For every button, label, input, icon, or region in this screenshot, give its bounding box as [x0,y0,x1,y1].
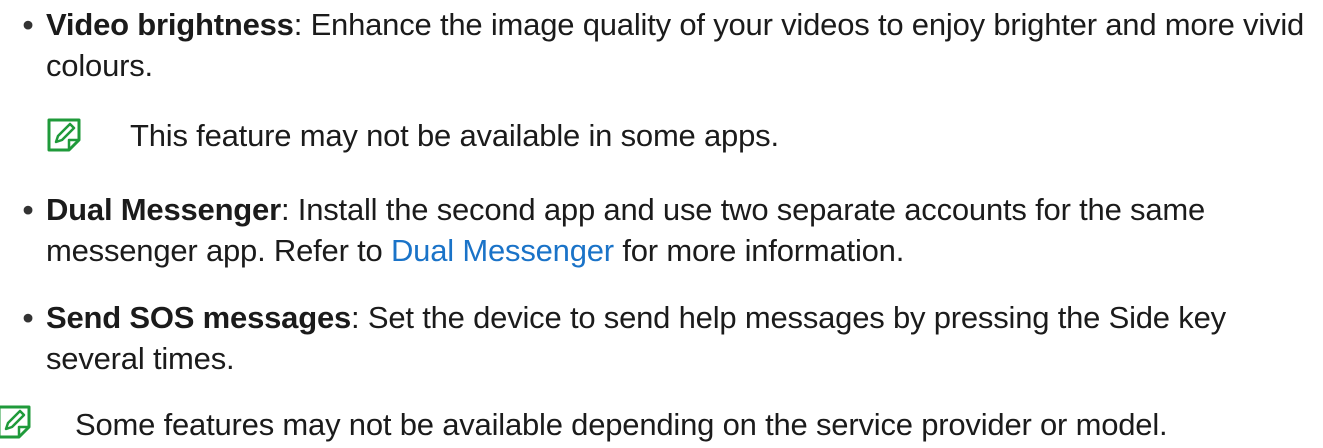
note-pencil-icon [0,405,31,439]
settings-description-page: • Video brightness: Enhance the image qu… [0,0,1323,448]
list-item-text: Send SOS messages: Set the device to sen… [46,297,1316,379]
term-separator: : [293,7,303,42]
term-dual-messenger: Dual Messenger [46,192,281,227]
description-dual-messenger-end: for more information. [613,233,905,268]
note-service-provider: Some features may not be available depen… [0,404,1323,445]
bullet-icon: • [22,300,34,335]
list-item-text: Dual Messenger: Install the second app a… [46,189,1316,271]
note-pencil-icon [47,118,81,152]
bullet-icon: • [22,7,34,42]
term-send-sos-messages: Send SOS messages [46,300,352,335]
note-text: This feature may not be available in som… [130,118,779,153]
note-video-brightness: This feature may not be available in som… [0,115,1323,156]
note-text: Some features may not be available depen… [75,407,1168,442]
bullet-icon: • [22,192,34,227]
list-item-text: Video brightness: Enhance the image qual… [46,4,1316,86]
dual-messenger-link[interactable]: Dual Messenger [391,233,614,268]
term-video-brightness: Video brightness [46,7,294,42]
